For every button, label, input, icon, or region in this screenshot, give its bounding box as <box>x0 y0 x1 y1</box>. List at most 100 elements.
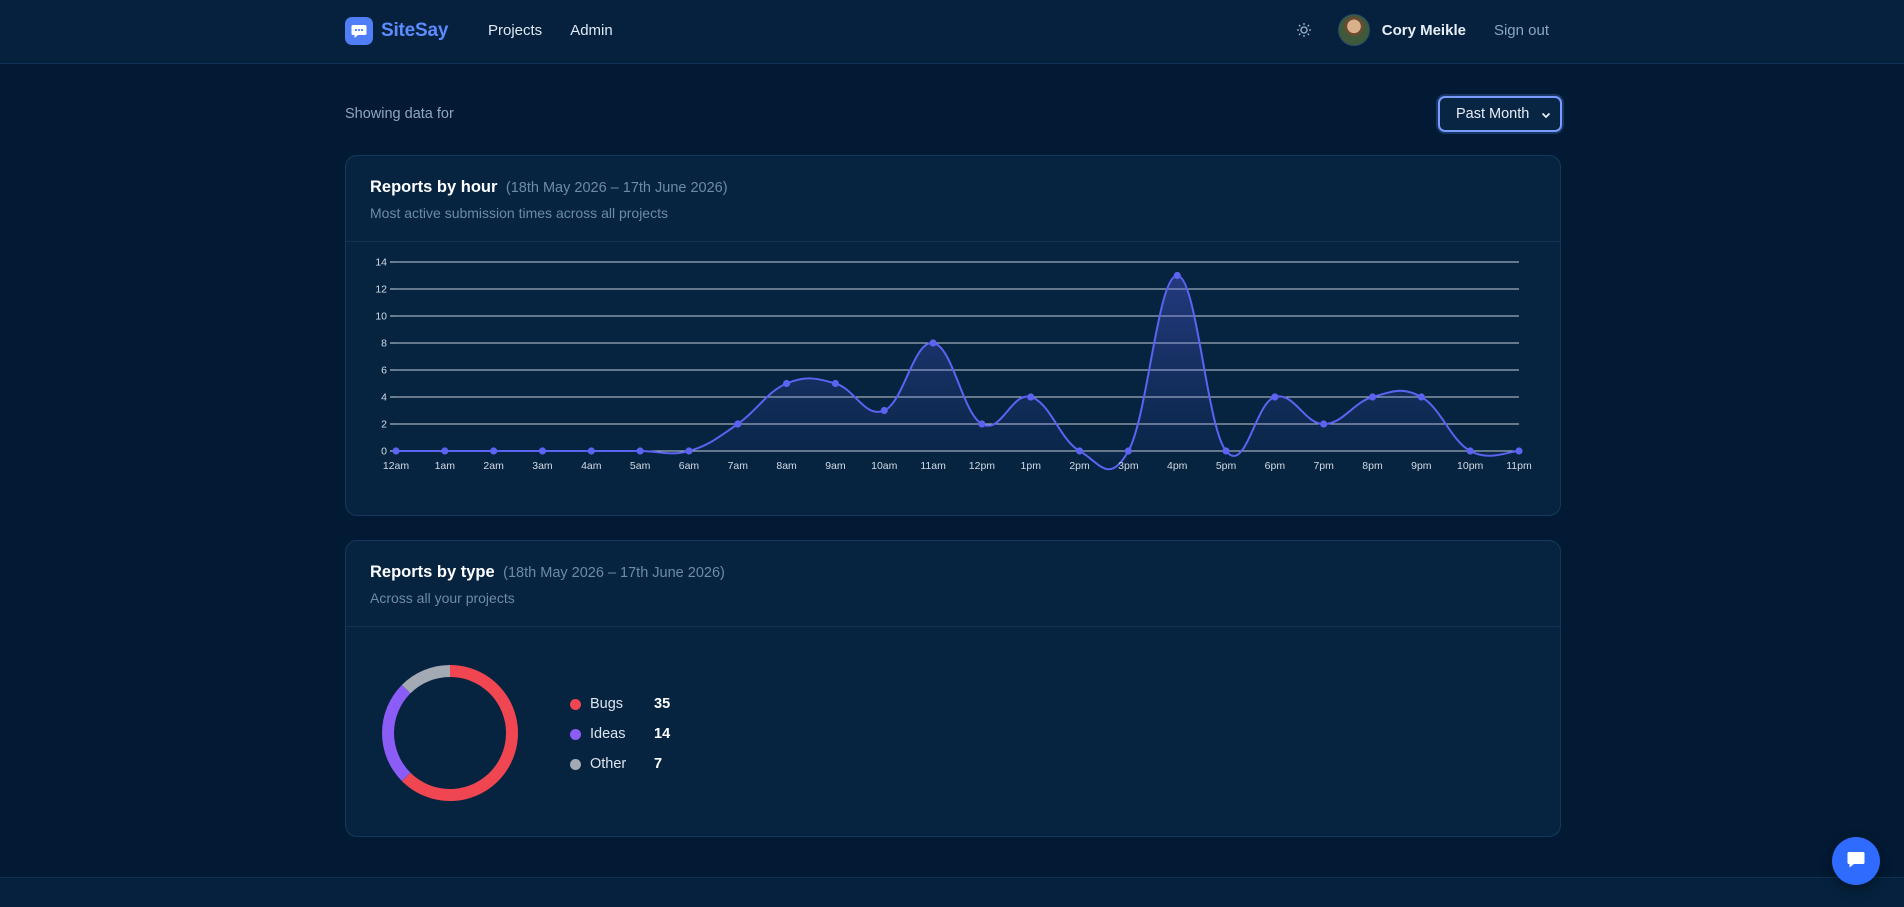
x-tick-label: 7am <box>728 460 749 472</box>
card-title: Reports by type <box>370 563 495 581</box>
data-point <box>734 420 742 428</box>
reports-by-hour-card: Reports by hour (18th May 2026 – 17th Ju… <box>345 155 1561 516</box>
avatar[interactable] <box>1337 14 1370 46</box>
donut-slice <box>382 684 411 782</box>
data-point <box>1075 447 1084 455</box>
x-tick-label: 2am <box>483 460 504 472</box>
data-point <box>1466 447 1474 455</box>
legend-value: 7 <box>654 756 663 772</box>
legend-dot <box>570 698 581 710</box>
card-subtitle: Most active submission times across all … <box>370 205 668 221</box>
x-tick-label: 1pm <box>1021 460 1042 472</box>
legend-label: Bugs <box>590 696 624 712</box>
x-tick-label: 9am <box>825 460 846 472</box>
legend-item: Ideas 14 <box>570 719 670 749</box>
legend-value: 14 <box>654 726 671 742</box>
data-point <box>1124 447 1132 455</box>
card-header: Reports by hour (18th May 2026 – 17th Ju… <box>346 156 1560 242</box>
footer <box>0 877 1904 907</box>
x-tick-label: 6pm <box>1265 460 1286 472</box>
filter-label: Showing data for <box>345 106 454 122</box>
donut-slice <box>401 665 450 694</box>
x-tick-label: 12pm <box>969 460 996 472</box>
x-tick-label: 10pm <box>1457 460 1484 472</box>
data-point <box>783 379 791 388</box>
brand-name: SiteSay <box>381 20 449 41</box>
nav-projects[interactable]: Projects <box>488 22 542 39</box>
x-tick-label: 7pm <box>1313 460 1334 472</box>
data-point <box>1271 393 1279 401</box>
legend-label: Ideas <box>590 726 626 742</box>
x-tick-label: 4pm <box>1167 460 1188 472</box>
y-tick-label: 10 <box>375 311 387 323</box>
type-legend: Bugs 35 Ideas 14 Other 7 <box>570 689 670 779</box>
data-point <box>1320 420 1328 428</box>
data-point <box>880 406 888 415</box>
data-point <box>1368 393 1377 401</box>
brand[interactable]: SiteSay <box>345 17 448 45</box>
x-tick-label: 9pm <box>1411 460 1432 472</box>
legend-dot <box>570 728 581 740</box>
data-point <box>1173 271 1181 280</box>
user-name: Cory Meikle <box>1381 21 1466 39</box>
top-bar: SiteSay Projects Admin Cory Meikle Sign … <box>0 0 1904 64</box>
legend-dot <box>570 758 581 770</box>
card-date-range: (18th May 2026 – 17th June 2026) <box>505 180 728 196</box>
x-tick-label: 8pm <box>1362 460 1383 472</box>
x-tick-label: 2pm <box>1069 460 1090 472</box>
x-tick-label: 5am <box>630 460 651 472</box>
select-value: Past Month <box>1456 106 1530 122</box>
data-point <box>978 420 986 428</box>
x-tick-label: 4am <box>581 460 602 472</box>
x-tick-label: 11am <box>920 460 946 472</box>
data-point <box>929 339 937 347</box>
card-date-range: (18th May 2026 – 17th June 2026) <box>503 565 725 581</box>
x-tick-label: 1am <box>435 460 456 472</box>
card-subtitle: Across all your projects <box>370 590 515 606</box>
legend-value: 35 <box>654 696 671 712</box>
legend-item: Bugs 35 <box>570 689 670 719</box>
series-area <box>396 275 1519 470</box>
data-point <box>636 447 644 455</box>
hour-chart: 0 2 4 6 8 10 12 14 12am 1am 2am 3am 4am 5am 6am 7am 8am 9… <box>375 257 1532 473</box>
x-tick-label: 3am <box>532 460 553 472</box>
card-header: Reports by type (18th May 2026 – 17th Ju… <box>346 541 1560 627</box>
data-point <box>587 447 595 455</box>
type-donut-chart <box>382 665 518 801</box>
y-tick-label: 6 <box>381 365 387 377</box>
data-point <box>1222 447 1230 455</box>
chat-bubble-icon <box>345 17 373 45</box>
nav-admin[interactable]: Admin <box>570 22 613 39</box>
y-tick-label: 12 <box>375 284 387 296</box>
sun-icon[interactable] <box>1294 20 1314 40</box>
chevron-down-icon <box>1540 108 1552 126</box>
y-tick-label: 4 <box>381 392 387 404</box>
y-tick-label: 0 <box>381 446 387 458</box>
user-area: Cory Meikle Sign out <box>1294 14 1549 46</box>
main-nav: Projects Admin <box>488 22 613 39</box>
date-range-select[interactable]: Past Month <box>1438 96 1562 132</box>
data-point <box>490 447 498 455</box>
x-tick-label: 10am <box>871 460 898 472</box>
data-point <box>392 447 400 455</box>
x-tick-label: 6am <box>679 460 700 472</box>
x-tick-label: 11pm <box>1506 460 1532 472</box>
x-tick-label: 8am <box>776 460 797 472</box>
data-point <box>1515 447 1523 455</box>
card-title: Reports by hour <box>370 178 498 196</box>
data-point <box>831 379 840 388</box>
x-tick-label: 3pm <box>1118 460 1139 472</box>
y-tick-label: 2 <box>381 419 387 431</box>
x-tick-label: 5pm <box>1216 460 1237 472</box>
legend-label: Other <box>590 756 627 772</box>
legend-item: Other 7 <box>570 749 670 779</box>
x-tick-label: 12am <box>383 460 410 472</box>
sign-out-link[interactable]: Sign out <box>1494 22 1549 39</box>
data-point <box>538 447 547 455</box>
chat-widget-button[interactable] <box>1832 837 1880 885</box>
data-point <box>1417 393 1425 401</box>
data-point <box>1027 393 1035 401</box>
data-point <box>685 447 693 455</box>
reports-by-type-card: Reports by type (18th May 2026 – 17th Ju… <box>345 540 1561 837</box>
data-point <box>441 447 449 455</box>
